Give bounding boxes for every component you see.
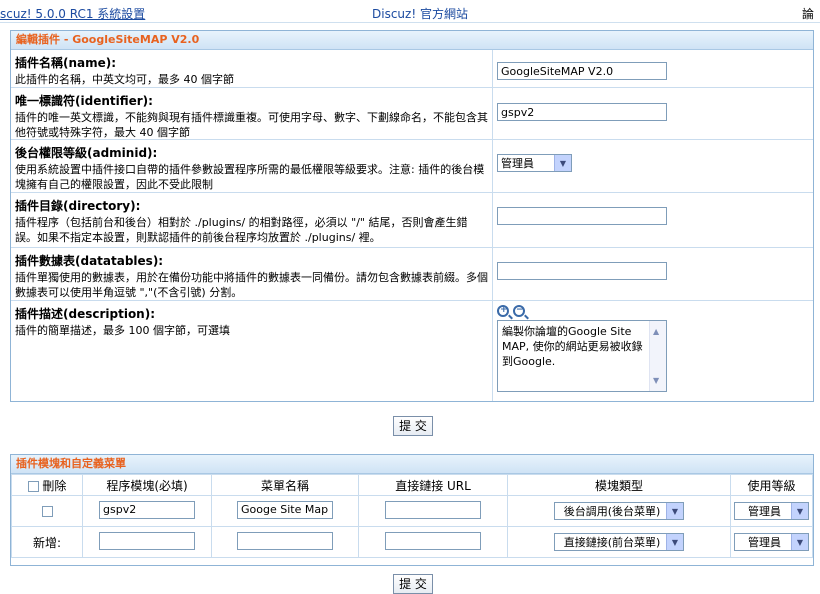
field-desc: 插件的唯一英文標識，不能夠與現有插件標識重複。可使用字母、數字、下劃線命名，不能…	[15, 111, 488, 139]
level-select[interactable]: 管理員 ▼	[734, 502, 809, 520]
datatables-input[interactable]	[497, 262, 667, 280]
description-textarea[interactable]: 編製你論壇的Google Site MAP, 使你的網站更易被收錄到Google…	[497, 320, 667, 392]
field-desc: 使用系統設置中插件接口自帶的插件參數設置程序所需的最低權限等級要求。注意: 插件…	[15, 163, 485, 191]
new-label: 新增:	[11, 526, 83, 558]
col-module: 程序模塊(必填)	[82, 474, 212, 496]
chevron-down-icon: ▼	[791, 503, 808, 519]
url-input[interactable]	[385, 500, 481, 519]
field-title: 插件描述(description):	[15, 307, 156, 321]
datatables-row: 插件數據表(datatables): 插件單獨使用的數據表，用於在備份功能中將插…	[11, 248, 813, 301]
panel-title: 編輯插件 - GoogleSiteMAP V2.0	[11, 31, 813, 50]
field-desc: 插件的簡單描述，最多 100 個字節，可選填	[15, 324, 230, 337]
zoom-out-icon[interactable]: −	[513, 305, 525, 317]
delete-checkbox[interactable]	[41, 506, 53, 517]
name-input[interactable]	[497, 62, 667, 80]
new-menu-input[interactable]	[237, 531, 333, 550]
field-desc: 插件程序（包括前台和後台）相對於 ./plugins/ 的相對路徑，必須以 "/…	[15, 216, 468, 244]
col-url: 直接鏈接 URL	[358, 474, 508, 496]
admin-title-link[interactable]: scuz! 5.0.0 RC1 系統設置	[0, 5, 145, 22]
field-title: 唯一標識符(identifier):	[15, 94, 153, 108]
chevron-down-icon: ▼	[791, 534, 808, 550]
modules-table: 刪除 程序模塊(必填) 菜單名稱 直接鏈接 URL 模塊類型 使用等級 gspv…	[11, 474, 813, 558]
table-row: gspv2 Googe Site Map Gen 後台調用(後台菜單) ▼ 管理…	[11, 495, 813, 527]
official-site-link[interactable]: Discuz! 官方網站	[372, 5, 468, 22]
name-row: 插件名稱(name): 此插件的名稱，中英文均可，最多 40 個字節	[11, 50, 813, 88]
delete-all-checkbox[interactable]	[27, 480, 39, 492]
panel-title: 插件模塊和自定義菜單	[11, 455, 813, 474]
forum-link[interactable]: 論	[802, 5, 814, 22]
new-level-select[interactable]: 管理員 ▼	[734, 533, 809, 551]
description-row: 插件描述(description): 插件的簡單描述，最多 100 個字節，可選…	[11, 301, 813, 401]
scroll-up-icon[interactable]: ▲	[653, 324, 659, 339]
modules-panel: 插件模塊和自定義菜單 刪除 程序模塊(必填) 菜單名稱 直接鏈接 URL 模塊類…	[10, 454, 814, 566]
adminid-select[interactable]: 管理員 ▼	[497, 154, 572, 172]
field-desc: 插件單獨使用的數據表，用於在備份功能中將插件的數據表一同備份。請勿包含數據表前綴…	[15, 271, 488, 299]
chevron-down-icon: ▼	[666, 503, 683, 519]
new-module-input[interactable]	[99, 531, 195, 550]
directory-row: 插件目錄(directory): 插件程序（包括前台和後台）相對於 ./plug…	[11, 193, 813, 248]
field-title: 插件名稱(name):	[15, 56, 117, 70]
scroll-down-icon[interactable]: ▼	[653, 373, 659, 388]
zoom-in-icon[interactable]: +	[497, 305, 509, 317]
field-title: 插件目錄(directory):	[15, 199, 141, 213]
identifier-input[interactable]	[497, 103, 667, 121]
identifier-row: 唯一標識符(identifier): 插件的唯一英文標識，不能夠與現有插件標識重…	[11, 88, 813, 140]
field-desc: 此插件的名稱，中英文均可，最多 40 個字節	[15, 73, 234, 86]
module-input[interactable]: gspv2	[99, 500, 195, 519]
menu-input[interactable]: Googe Site Map Gen	[237, 500, 333, 519]
field-title: 後台權限等級(adminid):	[15, 146, 158, 160]
submit-button[interactable]: 提 交	[393, 416, 433, 436]
edit-plugin-panel: 編輯插件 - GoogleSiteMAP V2.0 插件名稱(name): 此插…	[10, 30, 814, 402]
field-title: 插件數據表(datatables):	[15, 254, 164, 268]
modules-submit-button[interactable]: 提 交	[393, 574, 433, 594]
col-menu: 菜單名稱	[211, 474, 359, 496]
type-select[interactable]: 後台調用(後台菜單) ▼	[554, 502, 684, 520]
table-header: 刪除 程序模塊(必填) 菜單名稱 直接鏈接 URL 模塊類型 使用等級	[11, 474, 813, 496]
table-row-new: 新增: 直接鏈接(前台菜單) ▼ 管理員 ▼	[11, 526, 813, 558]
chevron-down-icon: ▼	[666, 534, 683, 550]
directory-input[interactable]	[497, 207, 667, 225]
adminid-row: 後台權限等級(adminid): 使用系統設置中插件接口自帶的插件參數設置程序所…	[11, 140, 813, 193]
chevron-down-icon: ▼	[554, 155, 571, 171]
col-type: 模塊類型	[507, 474, 731, 496]
new-type-select[interactable]: 直接鏈接(前台菜單) ▼	[554, 533, 684, 551]
col-level: 使用等級	[730, 474, 813, 496]
new-url-input[interactable]	[385, 531, 481, 550]
top-bar: scuz! 5.0.0 RC1 系統設置 Discuz! 官方網站 論	[0, 0, 820, 23]
textarea-scrollbar[interactable]: ▲ ▼	[649, 321, 666, 391]
